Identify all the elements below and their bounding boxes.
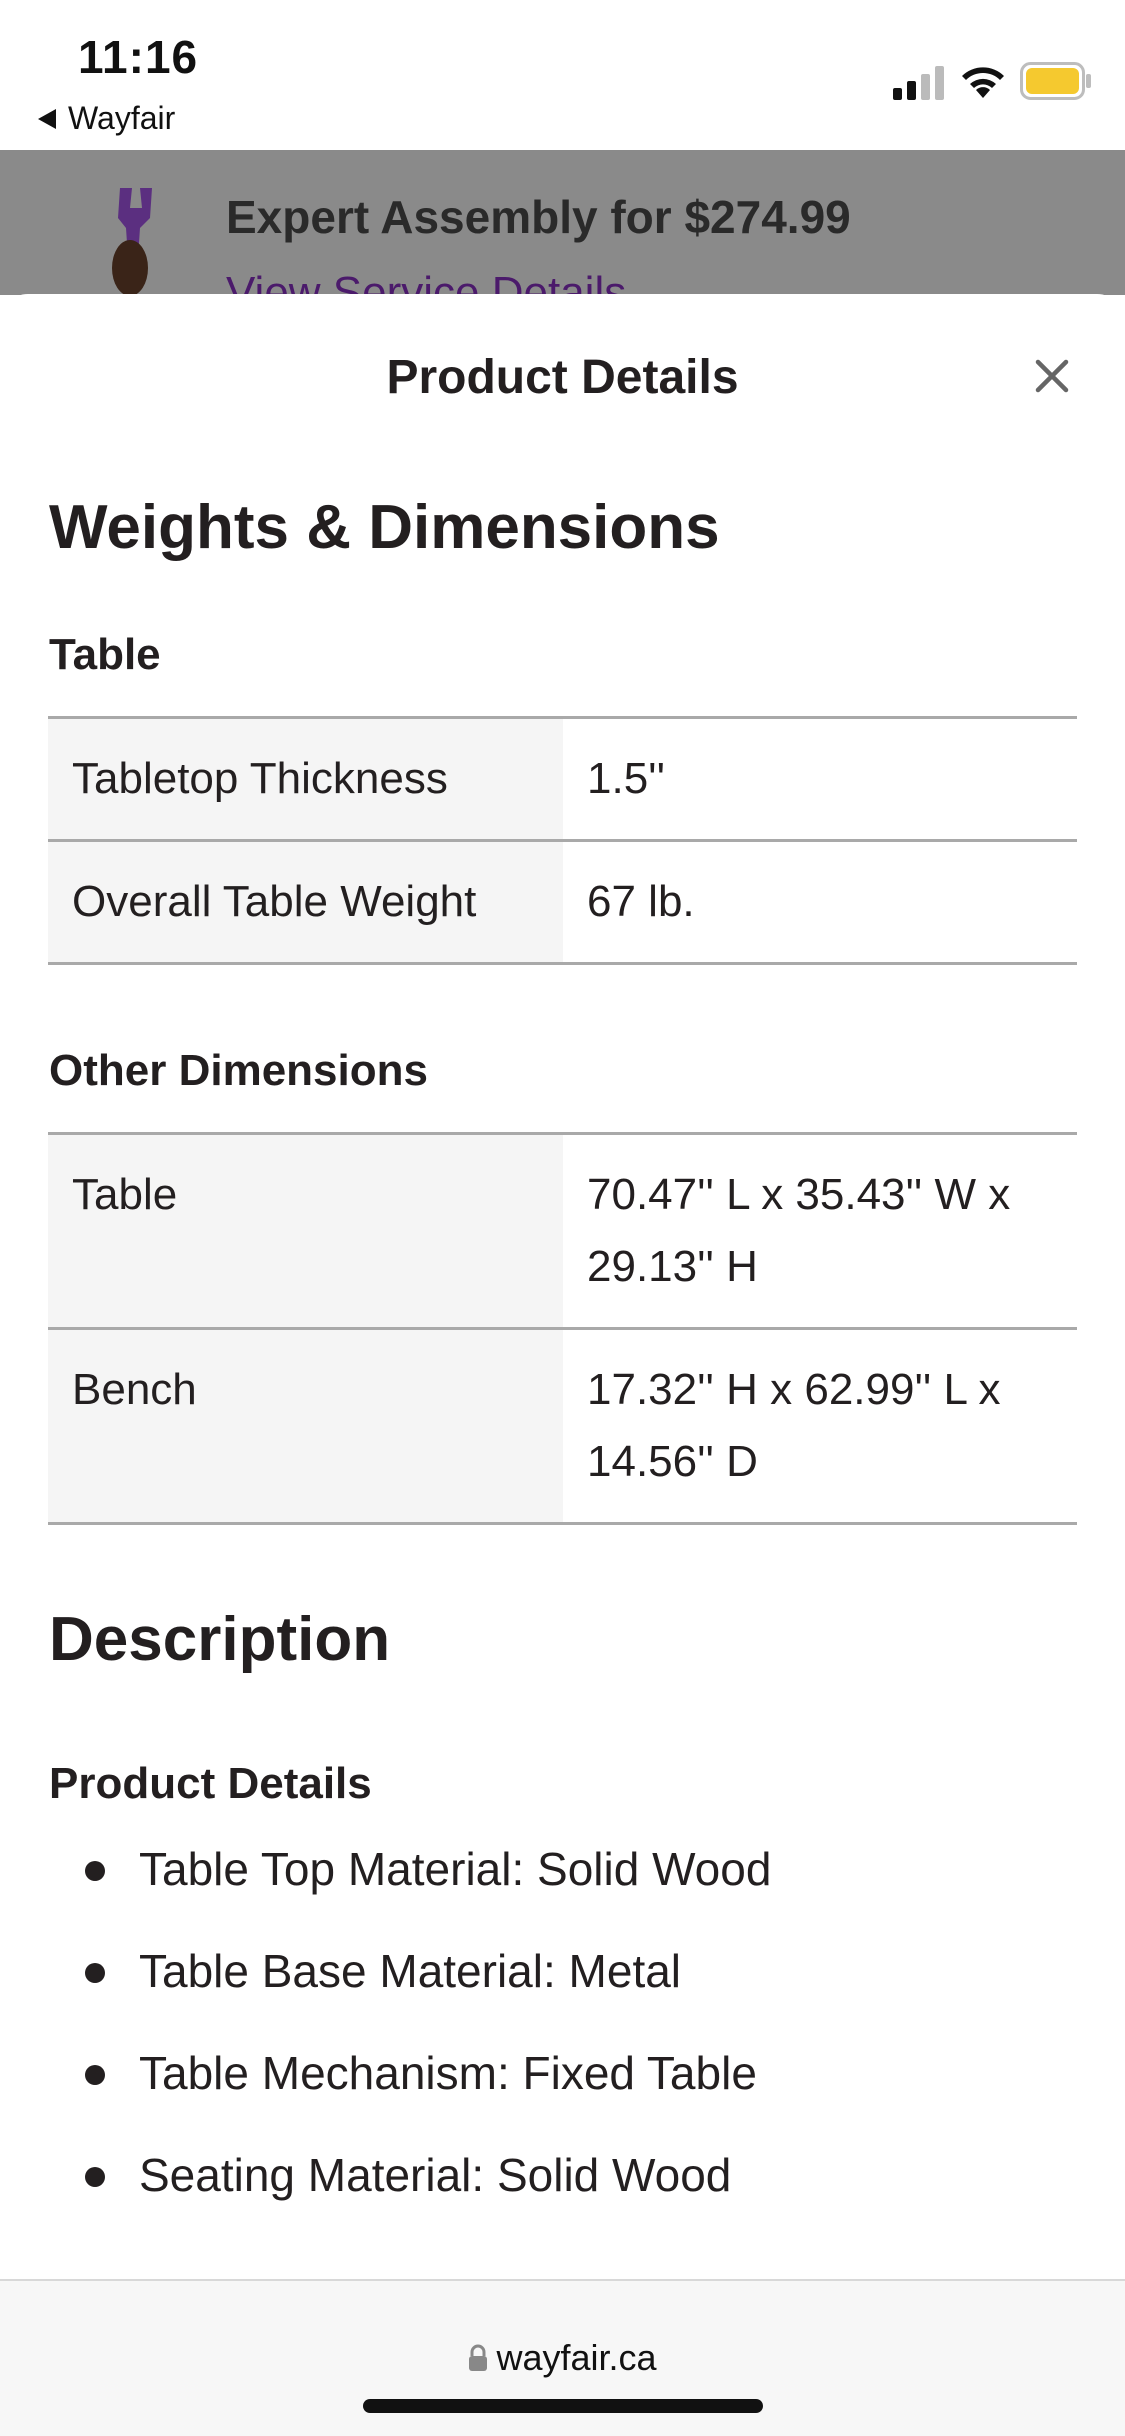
status-bar: 11:16 Wayfair — [0, 0, 1125, 150]
cellular-signal-icon — [893, 66, 944, 100]
url-domain: wayfair.ca — [496, 2337, 657, 2378]
close-button[interactable] — [1030, 354, 1074, 398]
sheet-title: Product Details — [386, 351, 739, 404]
table-row: Overall Table Weight 67 lb. — [48, 842, 1077, 965]
back-to-app-link[interactable]: Wayfair — [38, 100, 175, 137]
table-row: Tabletop Thickness 1.5'' — [48, 719, 1077, 842]
spec-label: Overall Table Weight — [48, 842, 563, 962]
description-heading: Description — [49, 1605, 391, 1674]
expert-assembly-title: Expert Assembly for $274.99 — [226, 191, 851, 243]
spec-label: Tabletop Thickness — [48, 719, 563, 839]
status-time: 11:16 — [78, 31, 199, 83]
lock-icon — [469, 2344, 488, 2371]
spec-label: Bench — [48, 1330, 563, 1522]
back-arrow-icon — [38, 108, 56, 129]
back-app-label: Wayfair — [68, 100, 176, 136]
table-row: Table 70.47'' L x 35.43'' W x 29.13'' H — [48, 1135, 1077, 1330]
spec-value: 1.5'' — [587, 754, 665, 803]
other-dimensions-subheading: Other Dimensions — [49, 1046, 428, 1095]
table-spec-table: Tabletop Thickness 1.5'' Overall Table W… — [48, 716, 1077, 965]
list-item-text: Table Top Material: Solid Wood — [139, 1843, 772, 1895]
weights-dimensions-heading: Weights & Dimensions — [49, 493, 720, 562]
background-page: Expert Assembly for $274.99 View Service… — [0, 150, 1125, 295]
list-item: Table Mechanism: Fixed Table — [49, 2043, 1078, 2145]
table-row: Bench 17.32'' H x 62.99'' L x 14.56'' D — [48, 1330, 1077, 1525]
battery-icon — [1020, 62, 1091, 100]
close-icon — [1035, 359, 1069, 393]
spec-label: Table — [48, 1135, 563, 1327]
browser-url-bar[interactable]: wayfair.ca — [0, 2279, 1125, 2436]
spec-value: 17.32'' H x 62.99'' L x 14.56'' D — [587, 1365, 1001, 1486]
list-item: Seating Material: Solid Wood — [49, 2145, 1078, 2247]
bullet-icon — [85, 1861, 105, 1881]
table-subheading: Table — [49, 630, 161, 679]
view-service-details-link[interactable]: View Service Details — [226, 268, 626, 295]
list-item-text: Seating Material: Solid Wood — [139, 2149, 732, 2201]
sheet-header: Product Details — [0, 294, 1125, 414]
wifi-icon — [962, 67, 1004, 98]
list-item-text: Table Mechanism: Fixed Table — [139, 2047, 757, 2099]
list-item: Table Top Material: Solid Wood — [49, 1839, 1078, 1941]
product-details-subheading: Product Details — [49, 1759, 372, 1808]
product-details-list: Table Top Material: Solid Wood Table Bas… — [49, 1839, 1078, 2247]
bullet-icon — [85, 2065, 105, 2085]
home-indicator[interactable] — [363, 2399, 763, 2413]
list-item: Table Base Material: Metal — [49, 1941, 1078, 2043]
bullet-icon — [85, 1963, 105, 1983]
assembly-wrench-icon — [112, 188, 152, 295]
other-dimensions-table: Table 70.47'' L x 35.43'' W x 29.13'' H … — [48, 1132, 1077, 1525]
url-display[interactable]: wayfair.ca — [0, 2337, 1125, 2379]
product-details-sheet: Product Details Weights & Dimensions Tab… — [0, 294, 1125, 2279]
spec-value: 67 lb. — [587, 877, 695, 926]
spec-value: 70.47'' L x 35.43'' W x 29.13'' H — [587, 1170, 1011, 1291]
list-item-text: Table Base Material: Metal — [139, 1945, 682, 1997]
bullet-icon — [85, 2167, 105, 2187]
